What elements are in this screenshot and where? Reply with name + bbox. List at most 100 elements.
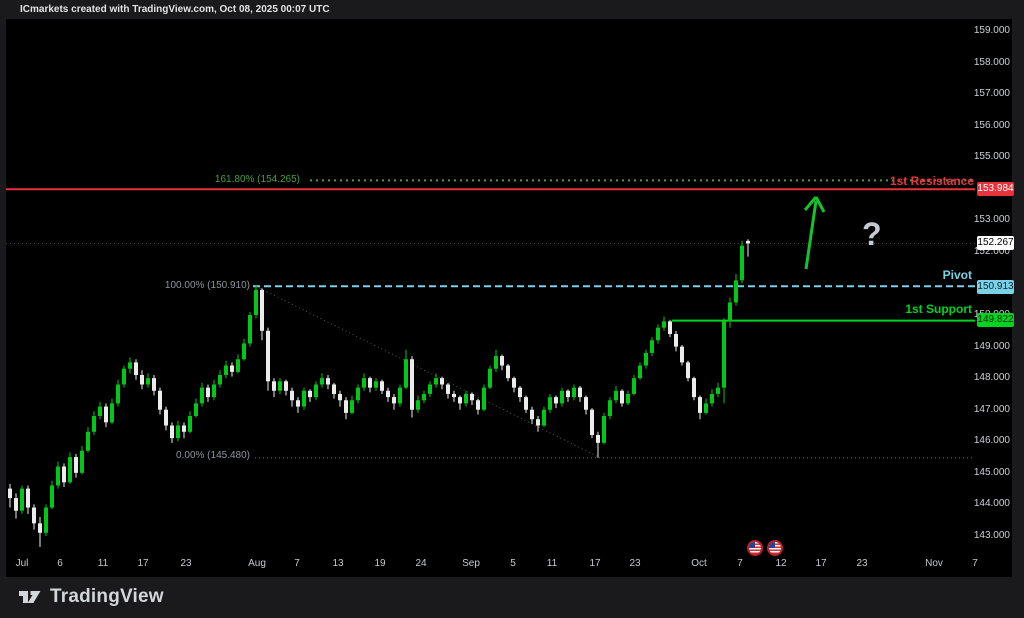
time-tick-label: Nov	[925, 558, 943, 569]
candle	[512, 377, 516, 393]
candle	[128, 358, 132, 374]
candle	[458, 396, 462, 410]
candle	[194, 399, 198, 418]
time-tick-label: Sep	[462, 558, 480, 569]
candle	[698, 396, 702, 420]
candle	[356, 384, 360, 403]
candle	[728, 298, 732, 328]
fib-level-161-label: 161.80% (154.265)	[215, 174, 300, 185]
candle	[494, 350, 498, 372]
candle	[26, 485, 30, 513]
candle	[566, 389, 570, 402]
candle	[74, 454, 78, 478]
arrow-up-annotation[interactable]	[805, 197, 824, 269]
last-price-tag: 152.267	[977, 236, 1014, 250]
candle	[386, 388, 390, 402]
time-tick-label: 7	[737, 558, 743, 569]
tradingview-logo-icon	[18, 588, 42, 606]
tradingview-watermark: TradingView	[18, 586, 164, 608]
candle	[404, 350, 408, 389]
candle	[122, 366, 126, 388]
time-tick-label: 11	[98, 558, 108, 569]
candle	[428, 381, 432, 397]
support-price-tag: 149.822	[977, 313, 1014, 327]
candle	[590, 408, 594, 438]
candle	[350, 396, 354, 415]
candle	[680, 345, 684, 366]
fib-level-100-label: 100.00% (150.910)	[165, 280, 250, 291]
candle	[620, 389, 624, 406]
candle	[248, 312, 252, 347]
candle	[302, 388, 306, 410]
candle	[236, 354, 240, 373]
candle	[254, 286, 258, 319]
candle	[14, 493, 18, 518]
candle	[644, 350, 648, 369]
time-tick-label: 13	[332, 558, 343, 569]
candle	[380, 380, 384, 394]
candle	[326, 375, 330, 389]
candle	[686, 361, 690, 382]
price-tick-label: 148.000	[950, 372, 1010, 383]
candle	[662, 317, 666, 331]
candle	[602, 413, 606, 445]
time-tick-label: 7	[294, 558, 300, 569]
candle	[434, 373, 438, 387]
candle	[392, 394, 396, 410]
fib-trend-line[interactable]	[256, 286, 600, 457]
candle	[134, 359, 138, 380]
candle	[62, 463, 66, 487]
time-tick-label: 12	[775, 558, 786, 569]
candle	[116, 380, 120, 407]
candle	[572, 384, 576, 400]
time-tick-label: Aug	[248, 558, 266, 569]
price-tick-label: 155.000	[950, 151, 1010, 162]
fib-level-0-label: 0.00% (145.480)	[176, 450, 250, 461]
time-tick-label: 23	[856, 558, 867, 569]
candle	[38, 517, 42, 547]
question-mark-annotation[interactable]: ?	[862, 216, 882, 253]
candle	[464, 391, 468, 407]
candle	[452, 391, 456, 402]
candle	[158, 388, 162, 415]
time-tick-label: 5	[510, 558, 516, 569]
candle	[80, 446, 84, 474]
us-flag-icon	[767, 540, 783, 556]
price-tick-label: 147.000	[950, 404, 1010, 415]
candle	[290, 388, 294, 407]
candle	[266, 328, 270, 391]
price-tick-label: 159.000	[950, 25, 1010, 36]
candle	[542, 407, 546, 428]
candle	[188, 411, 192, 433]
price-tick-label: 157.000	[950, 88, 1010, 99]
time-tick-label: 23	[180, 558, 191, 569]
candle	[272, 378, 276, 397]
candle	[104, 403, 108, 427]
candle	[710, 389, 714, 406]
price-tick-label: 146.000	[950, 435, 1010, 446]
candle	[578, 386, 582, 402]
candle	[140, 370, 144, 389]
candle	[362, 373, 366, 390]
resistance-label[interactable]: 1st Resistance	[890, 174, 974, 188]
candlestick-plot[interactable]	[0, 0, 1024, 618]
candle	[734, 274, 738, 306]
candle	[98, 402, 102, 419]
candle	[164, 407, 168, 431]
candle	[200, 383, 204, 407]
candle	[524, 396, 528, 413]
candle	[746, 239, 750, 256]
candle	[446, 383, 450, 399]
price-tick-label: 145.000	[950, 467, 1010, 478]
candle	[260, 288, 264, 340]
time-tick-label: 24	[415, 558, 426, 569]
candle	[86, 427, 90, 452]
candle	[410, 356, 414, 418]
time-tick-label: Jul	[16, 558, 29, 569]
candle	[638, 362, 642, 379]
candle	[170, 422, 174, 443]
candle	[704, 399, 708, 415]
candle	[230, 362, 234, 376]
pivot-label[interactable]: Pivot	[943, 268, 972, 282]
candle	[422, 391, 426, 404]
